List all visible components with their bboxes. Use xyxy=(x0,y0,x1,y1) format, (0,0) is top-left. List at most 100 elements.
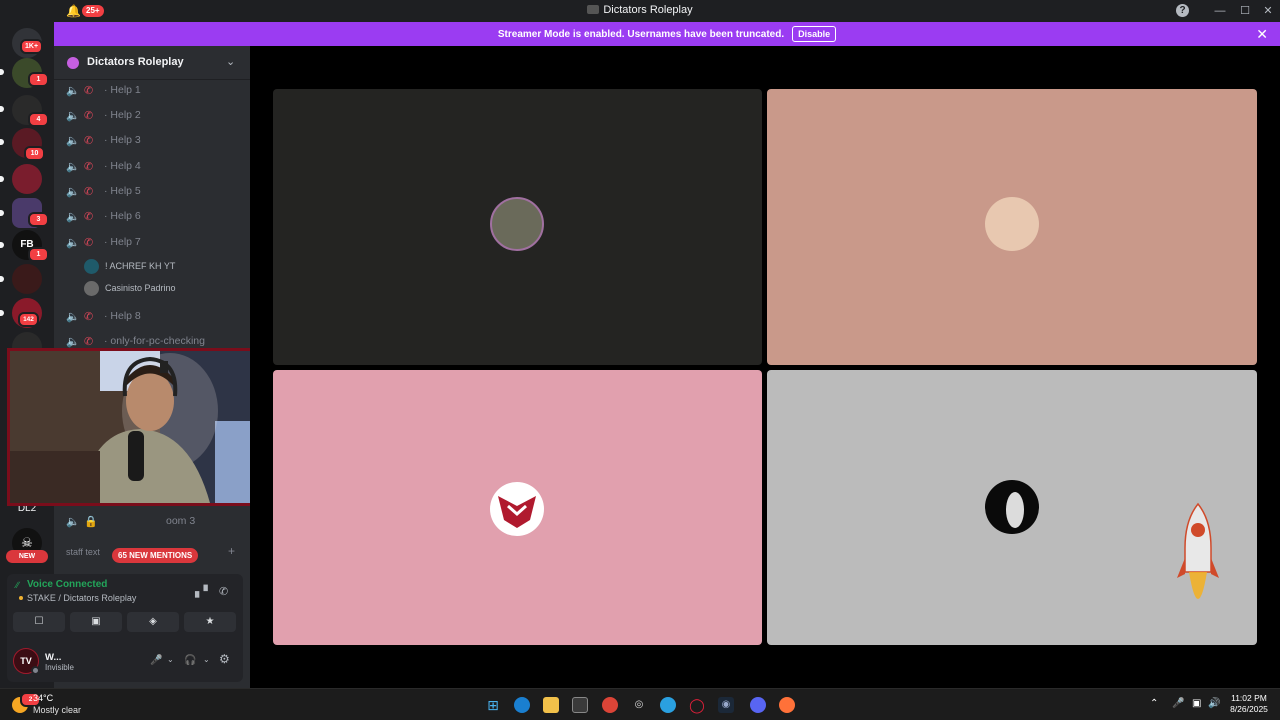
voice-channel-help-6[interactable]: 🔈 ✆ · Help 6 xyxy=(64,206,244,226)
streamer-mode-banner: Streamer Mode is enabled. Usernames have… xyxy=(54,22,1280,46)
disable-streamer-mode-button[interactable]: Disable xyxy=(792,26,837,42)
participant-tile[interactable] xyxy=(273,89,762,365)
weather-description[interactable]: Mostly clear xyxy=(33,705,81,715)
channel-label: · Help 2 xyxy=(104,109,141,121)
speaker-muted-icon: 🔈 xyxy=(66,335,80,348)
guild-name: Dictators Roleplay xyxy=(87,56,184,68)
phone-icon: ✆ xyxy=(84,185,94,198)
maximize-button[interactable]: ☐ xyxy=(1235,3,1255,19)
server-badge: 1K+ xyxy=(20,39,44,54)
tv-logo-icon xyxy=(498,496,536,528)
unread-pill xyxy=(0,276,4,282)
window-title: Dictators Roleplay xyxy=(0,4,1280,16)
category-staff-text[interactable]: staff text xyxy=(66,547,100,557)
firefox-icon[interactable] xyxy=(779,697,795,713)
title-bar: 🔔 25+ Dictators Roleplay ? — ☐ ✕ xyxy=(0,0,1280,22)
file-explorer-icon[interactable] xyxy=(543,697,559,713)
voice-channel-help-5[interactable]: 🔈 ✆ · Help 5 xyxy=(64,181,244,201)
voice-location[interactable]: STAKE / Dictators Roleplay xyxy=(27,593,136,603)
server-badge: 4 xyxy=(28,112,49,127)
voice-user-name: ! ACHREF KH YT xyxy=(105,261,176,271)
new-unreads-pill[interactable]: NEW xyxy=(6,550,48,563)
voice-user[interactable]: ! ACHREF KH YT xyxy=(84,257,175,275)
headphones-icon[interactable]: 🎧 xyxy=(184,655,196,666)
discord-icon[interactable] xyxy=(750,697,766,713)
voice-user[interactable]: Casinisto Padrino xyxy=(84,279,176,297)
voice-channel-help-2[interactable]: 🔈 ✆ · Help 2 xyxy=(64,105,244,125)
unread-pill xyxy=(0,139,4,145)
phone-icon: ✆ xyxy=(84,335,94,348)
microphone-icon[interactable]: 🎤 xyxy=(1172,698,1184,709)
system-clock[interactable]: 11:02 PM 8/26/2025 xyxy=(1224,693,1274,715)
server-icon-4[interactable] xyxy=(12,164,42,194)
server-badge: 1 xyxy=(28,72,49,87)
guild-header[interactable]: Dictators Roleplay ⌄ xyxy=(54,46,250,80)
clock-date: 8/26/2025 xyxy=(1230,704,1268,714)
close-banner-icon[interactable]: ✕ xyxy=(1256,26,1268,43)
steam-icon[interactable]: ◉ xyxy=(718,697,734,713)
voice-channel-help-8[interactable]: 🔈 ✆ · Help 8 xyxy=(64,306,244,326)
guild-boost-icon xyxy=(67,57,79,69)
speaker-muted-icon: 🔈 xyxy=(66,109,80,122)
activities-button[interactable]: ◈ xyxy=(127,612,179,632)
server-badge: 10 xyxy=(24,146,45,161)
soundboard-button[interactable]: ★ xyxy=(184,612,236,632)
participant-tile[interactable] xyxy=(273,370,762,645)
volume-icon[interactable]: 🔊 xyxy=(1208,698,1220,709)
unread-pill xyxy=(0,210,4,216)
network-icon[interactable]: ▣ xyxy=(1192,698,1201,709)
unread-pill xyxy=(0,310,4,316)
minimize-button[interactable]: — xyxy=(1210,3,1230,19)
voice-channel-help-4[interactable]: 🔈 ✆ · Help 4 xyxy=(64,156,244,176)
phone-icon: ✆ xyxy=(84,109,94,122)
speaker-muted-icon: 🔈 xyxy=(66,310,80,323)
disconnect-icon[interactable]: ✆ xyxy=(219,585,228,598)
voice-stage xyxy=(250,46,1280,688)
voice-connected-status[interactable]: Voice Connected xyxy=(27,579,107,590)
voice-channel-help-3[interactable]: 🔈 ✆ · Help 3 xyxy=(64,130,244,150)
telegram-icon[interactable] xyxy=(660,697,676,713)
channel-label: · Help 3 xyxy=(104,134,141,146)
server-icon-7[interactable] xyxy=(12,264,42,294)
store-icon[interactable] xyxy=(572,697,588,713)
camera-off-button[interactable]: ☐ xyxy=(13,612,65,632)
noise-suppression-icon[interactable]: ▖▘ xyxy=(195,585,212,598)
speaker-muted-icon: 🔈 xyxy=(66,185,80,198)
gear-icon[interactable]: ⚙ xyxy=(219,652,230,666)
chevron-down-icon[interactable]: ⌄ xyxy=(167,655,174,664)
participant-tile[interactable] xyxy=(767,370,1257,645)
chevron-up-icon[interactable]: ⌃ xyxy=(1150,698,1158,709)
close-window-button[interactable]: ✕ xyxy=(1258,3,1278,19)
voice-channel-help-1[interactable]: 🔈 ✆ · Help 1 xyxy=(64,80,244,100)
start-windows-icon[interactable]: ⊞ xyxy=(485,697,501,713)
speaker-muted-icon: 🔈 xyxy=(66,515,80,528)
phone-icon: ✆ xyxy=(84,84,94,97)
status-indicator xyxy=(31,666,40,675)
microphone-icon[interactable]: 🎤 xyxy=(150,655,162,666)
user-status: Invisible xyxy=(45,663,74,672)
channel-label: · Help 6 xyxy=(104,210,141,222)
user-name[interactable]: W... xyxy=(45,652,61,663)
server-badge: 3 xyxy=(28,212,49,227)
voice-channel-help-7[interactable]: 🔈 ✆ · Help 7 xyxy=(64,232,244,252)
opera-icon[interactable]: ◯ xyxy=(689,697,705,713)
unread-pill xyxy=(0,176,4,182)
obs-icon[interactable]: ◎ xyxy=(631,697,647,713)
help-icon[interactable]: ? xyxy=(1176,4,1189,17)
chevron-down-icon[interactable]: ⌄ xyxy=(203,655,210,664)
signal-icon[interactable]: ∕∕ xyxy=(16,580,19,590)
edge-browser-icon[interactable] xyxy=(514,697,530,713)
banner-text: Streamer Mode is enabled. Usernames have… xyxy=(497,28,785,40)
screen-share-button[interactable]: ▣ xyxy=(70,612,122,632)
speaker-muted-icon: 🔈 xyxy=(66,236,80,249)
server-badge: 142 xyxy=(18,312,39,327)
channel-label: · only-for-pc-checking xyxy=(104,335,205,347)
chrome-icon[interactable] xyxy=(602,697,618,713)
new-mentions-pill[interactable]: 65 NEW MENTIONS xyxy=(112,548,199,563)
avatar xyxy=(490,197,544,251)
participant-tile[interactable] xyxy=(767,89,1257,365)
create-channel-icon[interactable]: + xyxy=(228,544,235,558)
speaker-muted-icon: 🔈 xyxy=(66,84,80,97)
voice-channel-room-3[interactable]: 🔈 🔒 oom 3 xyxy=(64,511,244,531)
weather-temperature[interactable]: 34°C xyxy=(33,693,53,703)
